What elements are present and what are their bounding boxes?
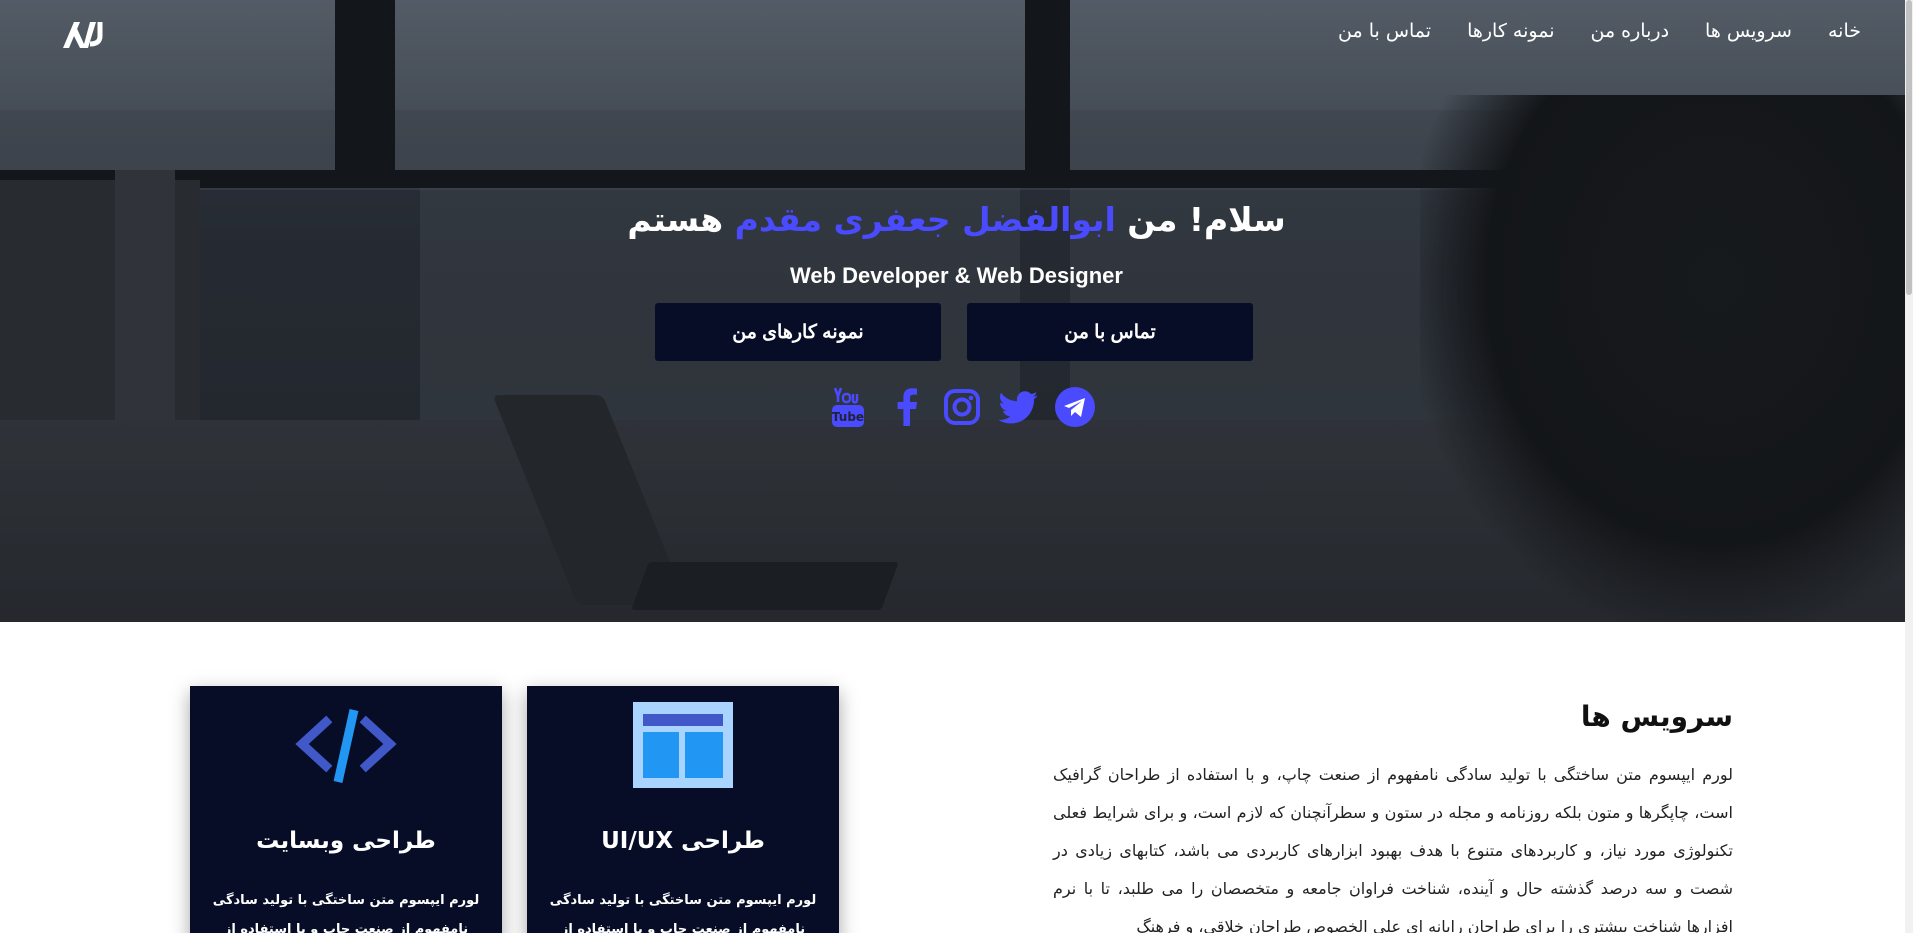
- contact-button[interactable]: تماس با من: [967, 303, 1253, 361]
- nav-link-about[interactable]: درباره من: [1591, 20, 1670, 42]
- twitter-link[interactable]: [996, 385, 1040, 429]
- service-card-web[interactable]: طراحی وبسایت لورم ایپسوم متن ساختگی با ت…: [190, 686, 502, 933]
- hero-title-name: ابوالفضل جعفری مقدم: [734, 200, 1116, 239]
- facebook-icon: [897, 388, 917, 426]
- twitter-icon: [999, 391, 1037, 424]
- card-title: طراحی UI/UX: [601, 828, 765, 854]
- logo[interactable]: [60, 18, 104, 50]
- logo-icon: [63, 22, 103, 48]
- nav-link-services[interactable]: سرویس ها: [1705, 20, 1792, 42]
- services-title: سرویس ها: [1580, 700, 1733, 733]
- code-icon: [294, 702, 398, 788]
- portfolio-button[interactable]: نمونه کارهای من: [655, 303, 941, 361]
- layout-icon: [631, 702, 735, 788]
- top-nav: خانه سرویس ها درباره من نمونه کارها تماس…: [0, 0, 1913, 70]
- hero-title-suffix: هستم: [627, 200, 735, 239]
- nav-link-portfolio[interactable]: نمونه کارها: [1467, 20, 1554, 42]
- facebook-link[interactable]: [885, 385, 929, 429]
- card-title: طراحی وبسایت: [256, 828, 436, 854]
- scrollbar-thumb[interactable]: [1906, 0, 1912, 295]
- youtube-icon: Tube: [832, 387, 864, 427]
- hero-title-prefix: سلام! من: [1115, 200, 1286, 239]
- nav-links: خانه سرویس ها درباره من نمونه کارها تماس…: [1338, 20, 1861, 42]
- svg-text:Tube: Tube: [832, 410, 864, 424]
- nav-link-contact[interactable]: تماس با من: [1338, 20, 1431, 42]
- telegram-link[interactable]: [1053, 385, 1097, 429]
- instagram-icon: [944, 389, 980, 425]
- card-text: لورم ایپسوم متن ساختگی با تولید سادگی نا…: [212, 893, 480, 933]
- page-scrollbar[interactable]: [1905, 0, 1913, 933]
- social-links: Tube: [810, 385, 1100, 431]
- hero-overlay: [0, 0, 1913, 622]
- service-card-uiux[interactable]: طراحی UI/UX لورم ایپسوم متن ساختگی با تو…: [527, 686, 839, 933]
- hero-title: سلام! من ابوالفضل جعفری مقدم هستم: [0, 200, 1913, 239]
- instagram-link[interactable]: [940, 385, 984, 429]
- hero-subtitle: Web Developer & Web Designer: [790, 263, 1123, 288]
- nav-link-home[interactable]: خانه: [1828, 20, 1861, 42]
- card-text: لورم ایپسوم متن ساختگی با تولید سادگی نا…: [549, 893, 817, 933]
- hero-section: [0, 0, 1913, 622]
- services-description: لورم ایپسوم متن ساختگی با تولید سادگی نا…: [1053, 765, 1733, 933]
- youtube-link[interactable]: Tube: [826, 385, 870, 429]
- telegram-icon: [1055, 387, 1095, 427]
